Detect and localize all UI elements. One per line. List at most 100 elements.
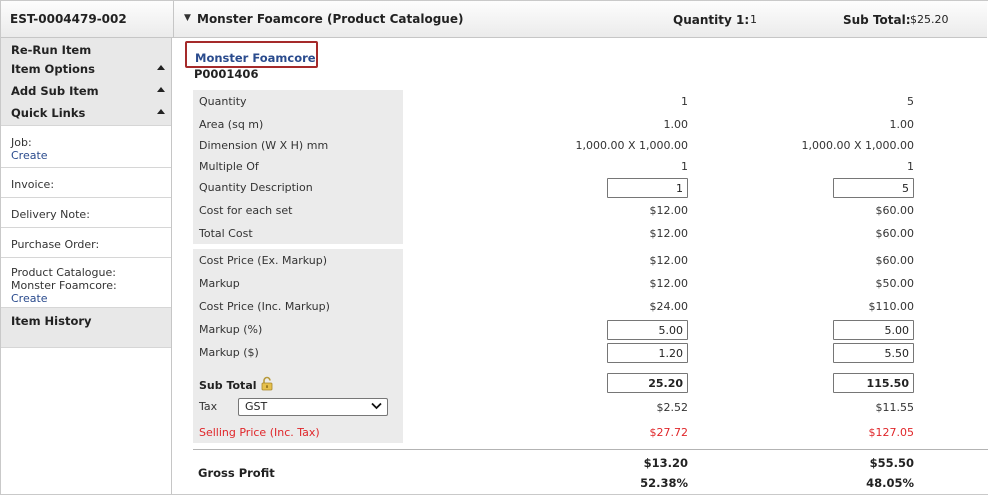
sub-total-label-wrap: Sub Total — [199, 376, 274, 394]
cost-each-set-label: Cost for each set — [199, 204, 293, 217]
tax-value-1: $2.52 — [656, 401, 689, 414]
item-title[interactable]: Monster Foamcore (Product Catalogue) — [197, 12, 463, 26]
row-dimension: Dimension (W X H) mm 1,000.00 X 1,000.00… — [173, 136, 988, 156]
gross-profit-percent-1: 52.38% — [640, 476, 688, 490]
multiple-of-label: Multiple Of — [199, 160, 259, 173]
cost-price-ex-value-2: $60.00 — [875, 254, 915, 267]
sub-total-input-2[interactable] — [833, 373, 914, 393]
row-markup-dollar: Markup ($) — [173, 343, 988, 363]
triangle-up-icon — [157, 109, 165, 114]
rerun-item-button[interactable]: Re-Run Item — [1, 38, 171, 58]
row-markup: Markup $12.00 $50.00 — [173, 274, 988, 294]
area-value-1: 1.00 — [663, 118, 689, 131]
tab-monster-foamcore[interactable]: Monster Foamcore — [185, 41, 318, 68]
tax-select[interactable]: GST — [238, 398, 388, 416]
quantity-description-input-2[interactable] — [833, 178, 914, 198]
selling-price-label: Selling Price (Inc. Tax) — [199, 426, 320, 439]
invoice-label: Invoice: — [11, 178, 55, 191]
job-label: Job: — [11, 136, 32, 149]
markup-dollar-label: Markup ($) — [199, 346, 259, 359]
tax-label: Tax — [199, 400, 218, 413]
markup-value-2: $50.00 — [875, 277, 915, 290]
item-options-label: Item Options — [11, 62, 95, 76]
header-quantity-label: Quantity 1: — [673, 13, 750, 27]
cost-price-inc-label: Cost Price (Inc. Markup) — [199, 300, 330, 313]
cost-price-ex-label: Cost Price (Ex. Markup) — [199, 254, 328, 267]
unlocked-padlock-icon[interactable] — [261, 376, 274, 394]
markup-label: Markup — [199, 277, 240, 290]
cost-price-ex-value-1: $12.00 — [649, 254, 689, 267]
dimension-value-2: 1,000.00 X 1,000.00 — [801, 139, 915, 152]
catalogue-item-label: Monster Foamcore: — [11, 279, 117, 292]
total-cost-value-1: $12.00 — [649, 227, 689, 240]
tax-select-value: GST — [245, 400, 268, 413]
multiple-of-value-1: 1 — [681, 160, 688, 173]
add-sub-item-label: Add Sub Item — [11, 84, 99, 98]
sidebar: Re-Run Item Item Options Add Sub Item Qu… — [1, 38, 172, 494]
quantity-description-label: Quantity Description — [199, 181, 313, 194]
markup-dollar-input-2[interactable] — [833, 343, 914, 363]
area-value-2: 1.00 — [889, 118, 915, 131]
quantity-value-2: 5 — [907, 95, 914, 108]
purchase-order-label: Purchase Order: — [11, 238, 100, 251]
markup-percent-label: Markup (%) — [199, 323, 263, 336]
product-catalogue-label: Product Catalogue: — [11, 266, 116, 279]
markup-percent-input-1[interactable] — [607, 320, 688, 340]
row-markup-percent: Markup (%) — [173, 320, 988, 340]
item-history-label: Item History — [11, 314, 92, 328]
row-tax: Tax GST $2.52 $11.55 — [173, 398, 988, 418]
chevron-down-icon — [371, 402, 382, 410]
cost-price-inc-value-2: $110.00 — [868, 300, 915, 313]
caret-down-icon[interactable]: ▼ — [184, 13, 191, 23]
total-cost-value-2: $60.00 — [875, 227, 915, 240]
row-gross-profit: Gross Profit $13.20 $55.50 52.38% 48.05% — [173, 456, 988, 494]
pricing-panel: Monster Foamcore P0001406 Quantity 1 5 A… — [173, 39, 988, 495]
row-total-cost: Total Cost $12.00 $60.00 — [173, 224, 988, 244]
row-area: Area (sq m) 1.00 1.00 — [173, 115, 988, 135]
gross-profit-value-1: $13.20 — [643, 456, 688, 470]
quick-link-product-catalogue: Product Catalogue: Monster Foamcore: Cre… — [1, 258, 171, 308]
triangle-up-icon — [157, 65, 165, 70]
dimension-label: Dimension (W X H) mm — [199, 139, 329, 152]
cost-price-inc-value-1: $24.00 — [649, 300, 689, 313]
markup-percent-input-2[interactable] — [833, 320, 914, 340]
quantity-description-input-1[interactable] — [607, 178, 688, 198]
triangle-up-icon — [157, 87, 165, 92]
gross-profit-percent-2: 48.05% — [866, 476, 914, 490]
quick-link-job: Job: Create — [1, 126, 171, 168]
area-label: Area (sq m) — [199, 118, 264, 131]
markup-dollar-input-1[interactable] — [607, 343, 688, 363]
add-sub-item-toggle[interactable]: Add Sub Item — [1, 80, 171, 102]
section-divider — [193, 449, 988, 450]
multiple-of-value-2: 1 — [907, 160, 914, 173]
gross-profit-value-2: $55.50 — [869, 456, 914, 470]
selling-price-value-2: $127.05 — [868, 426, 915, 439]
row-cost-price-inc: Cost Price (Inc. Markup) $24.00 $110.00 — [173, 297, 988, 317]
total-cost-label: Total Cost — [199, 227, 253, 240]
header-divider — [173, 1, 174, 38]
create-catalogue-link[interactable]: Create — [11, 292, 161, 305]
row-selling-price: Selling Price (Inc. Tax) $27.72 $127.05 — [173, 423, 988, 443]
tab-label: Monster Foamcore — [195, 51, 316, 65]
delivery-note-label: Delivery Note: — [11, 208, 90, 221]
item-header-bar: EST-0004479-002 ▼ Monster Foamcore (Prod… — [1, 1, 987, 38]
quick-link-purchase-order: Purchase Order: — [1, 228, 171, 258]
quick-links-toggle[interactable]: Quick Links — [1, 102, 171, 126]
cost-each-set-value-1: $12.00 — [649, 204, 689, 217]
dimension-value-1: 1,000.00 X 1,000.00 — [575, 139, 689, 152]
row-cost-price-ex: Cost Price (Ex. Markup) $12.00 $60.00 — [173, 251, 988, 271]
quick-link-invoice: Invoice: — [1, 168, 171, 198]
quantity-label: Quantity — [199, 95, 247, 108]
item-options-toggle[interactable]: Item Options — [1, 58, 171, 80]
sub-total-input-1[interactable] — [607, 373, 688, 393]
selling-price-value-1: $27.72 — [649, 426, 689, 439]
sub-total-label: Sub Total — [199, 379, 257, 392]
product-code: P0001406 — [194, 67, 259, 81]
header-subtotal-label: Sub Total: — [843, 13, 911, 27]
quantity-value-1: 1 — [681, 95, 688, 108]
row-quantity: Quantity 1 5 — [173, 92, 988, 112]
create-job-link[interactable]: Create — [11, 149, 161, 162]
header-subtotal-value: $25.20 — [910, 13, 949, 26]
item-history-section[interactable]: Item History — [1, 308, 171, 348]
row-cost-each-set: Cost for each set $12.00 $60.00 — [173, 201, 988, 221]
